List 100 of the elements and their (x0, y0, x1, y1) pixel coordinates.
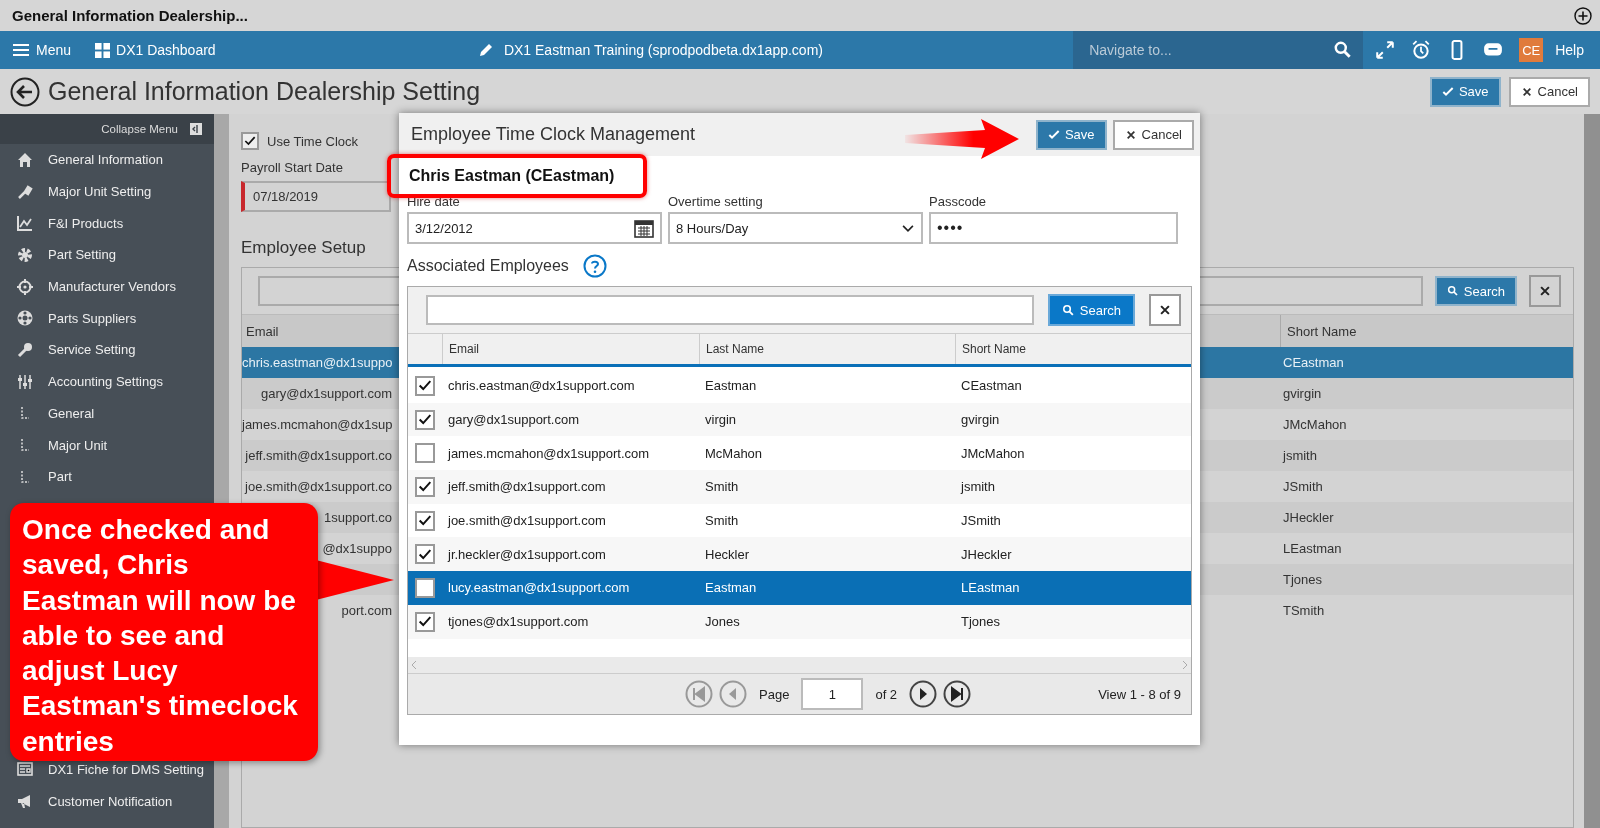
wrench-icon (16, 340, 34, 359)
expand-icon[interactable] (1375, 40, 1396, 60)
site-name: DX1 Eastman Training (sprodpodbeta.dx1app.com) (503, 42, 823, 58)
search-button[interactable]: Search (1047, 294, 1135, 326)
sidebar-item[interactable]: Manufacturer Vendors (48, 279, 176, 295)
table-cell-text: JHeckler (1282, 510, 1334, 525)
table-row[interactable]: gary@dx1support.com virgin gvirgin (408, 402, 1191, 437)
sidebar-item[interactable]: Accounting Settings (48, 374, 163, 390)
column-header[interactable]: Email (449, 342, 479, 356)
scrollbar[interactable] (1584, 114, 1600, 828)
sidebar-item[interactable]: General (48, 405, 95, 421)
dashboard-link[interactable]: DX1 Dashboard (83, 42, 228, 58)
search-icon (1061, 303, 1075, 317)
close-icon (1520, 85, 1533, 98)
pencil-icon[interactable] (477, 42, 494, 58)
use-time-clock-checkbox[interactable] (241, 132, 259, 150)
back-icon[interactable] (10, 76, 40, 107)
row-checkbox[interactable] (415, 409, 435, 430)
sidebar-item[interactable]: Service Setting (48, 342, 136, 358)
row-checkbox[interactable] (415, 510, 435, 531)
passcode-field[interactable]: •••• (929, 212, 1178, 244)
date-field[interactable]: 3/12/2012 (407, 212, 662, 244)
add-icon[interactable] (1574, 6, 1592, 25)
menu-button[interactable]: Menu (0, 42, 84, 58)
table-cell: jr.heckler@dx1support.com (448, 546, 606, 562)
page-label: Page (759, 686, 790, 702)
table-cell: gvirgin (961, 412, 1000, 428)
section-title: Employee Setup (241, 238, 366, 258)
table-row[interactable]: jeff.smith@dx1support.com Smith jsmith (408, 470, 1191, 504)
close-icon (1158, 303, 1172, 317)
page-number-field[interactable]: 1 (801, 678, 864, 710)
record-count: View 1 - 8 of 9 (1098, 686, 1182, 702)
window-title: General Information Dealership... (12, 7, 248, 24)
column-header[interactable]: Last Name (706, 342, 765, 356)
last-page-icon[interactable] (943, 680, 972, 708)
table-cell: JHeckler (961, 546, 1012, 562)
navigate-search-field[interactable]: Navigate to... (1073, 31, 1364, 69)
row-checkbox[interactable] (415, 544, 435, 565)
sidebar-item[interactable]: Part (48, 469, 72, 485)
sidebar-item[interactable]: DX1 Fiche for DMS Setting (48, 761, 205, 777)
sidebar-item[interactable]: Major Unit Setting (48, 184, 152, 200)
check-icon (1441, 85, 1454, 98)
table-cell: 1support.co (324, 510, 392, 525)
save-button[interactable]: Save (1035, 119, 1107, 150)
table-cell-text: TSmith (1282, 603, 1325, 618)
overtime-dropdown[interactable]: 8 Hours/Day (668, 212, 923, 244)
close-icon (1538, 284, 1552, 298)
home-icon (16, 150, 34, 169)
row-checkbox[interactable] (415, 443, 435, 464)
sidebar-item[interactable]: General Information (48, 152, 163, 168)
row-checkbox[interactable] (415, 611, 435, 632)
table-row[interactable]: chris.eastman@dx1support.com Eastman CEastman (408, 369, 1191, 403)
save-button[interactable]: Save (1429, 76, 1501, 107)
page-title: General Information Dealership Setting (48, 77, 482, 106)
table-cell: chris.eastman@dx1support.com (448, 378, 635, 394)
column-header[interactable]: Email (242, 323, 396, 339)
checkbox-label: Use Time Clock (267, 133, 359, 149)
page-count: of 2 (875, 686, 898, 702)
clear-button[interactable] (1149, 294, 1181, 326)
sidebar-item[interactable]: Major Unit (48, 437, 108, 453)
sidebar-item[interactable]: F&I Products (48, 215, 124, 231)
cancel-button[interactable]: Cancel (1508, 76, 1590, 107)
next-page-icon[interactable] (909, 680, 938, 708)
calendar-icon[interactable] (634, 218, 654, 238)
table-cell-text: CEastman (1282, 355, 1344, 370)
table-cell: McMahon (705, 445, 763, 461)
table-cell: gary@dx1support.com (261, 386, 392, 401)
table-row[interactable]: james.mcmahon@dx1support.com McMahon JMcMahon (408, 436, 1191, 471)
table-row[interactable]: tjones@dx1support.com Jones Tjones (408, 604, 1191, 639)
table-row[interactable]: jr.heckler@dx1support.com Heckler JHeckler (408, 537, 1191, 572)
search-field[interactable] (426, 295, 1034, 325)
crosshair-icon (16, 277, 34, 296)
row-checkbox[interactable] (415, 476, 435, 497)
collapse-icon[interactable] (190, 123, 202, 135)
clear-button[interactable] (1529, 275, 1561, 307)
table-cell: port.com (341, 603, 392, 618)
dialog-title: Employee Time Clock Management (411, 124, 697, 145)
table-cell-text: Tjones (1282, 572, 1323, 587)
table-cell: Eastman (705, 580, 757, 596)
column-header[interactable]: Short Name (962, 342, 1027, 356)
cancel-button[interactable]: Cancel (1112, 119, 1194, 150)
field-label: Overtime setting (668, 194, 764, 211)
table-cell: Tjones (961, 614, 1001, 630)
section-title: Associated Employees (407, 257, 569, 275)
table-cell: LEastman (961, 580, 1020, 596)
collapse-menu-button[interactable]: Collapse Menu (101, 123, 178, 135)
sidebar-item[interactable]: Part Setting (48, 247, 116, 263)
sliders-icon (16, 372, 34, 391)
employee-name: Chris Eastman (CEastman) (408, 166, 615, 186)
sidebar-item[interactable]: Parts Suppliers (48, 310, 137, 326)
table-row[interactable]: joe.smith@dx1support.com Smith JSmith (408, 503, 1191, 538)
alarm-clock-icon[interactable] (1411, 40, 1432, 60)
help-link[interactable]: Help (1551, 42, 1600, 58)
table-row[interactable]: lucy.eastman@dx1support.com Eastman LEastman (408, 571, 1191, 605)
search-button[interactable]: Search (1434, 276, 1517, 306)
date-field[interactable]: 07/18/2019 (241, 181, 391, 212)
sidebar-item[interactable]: Customer Notification (48, 793, 173, 809)
row-checkbox[interactable] (415, 375, 435, 396)
row-checkbox[interactable] (415, 577, 435, 598)
help-icon[interactable] (582, 254, 607, 278)
